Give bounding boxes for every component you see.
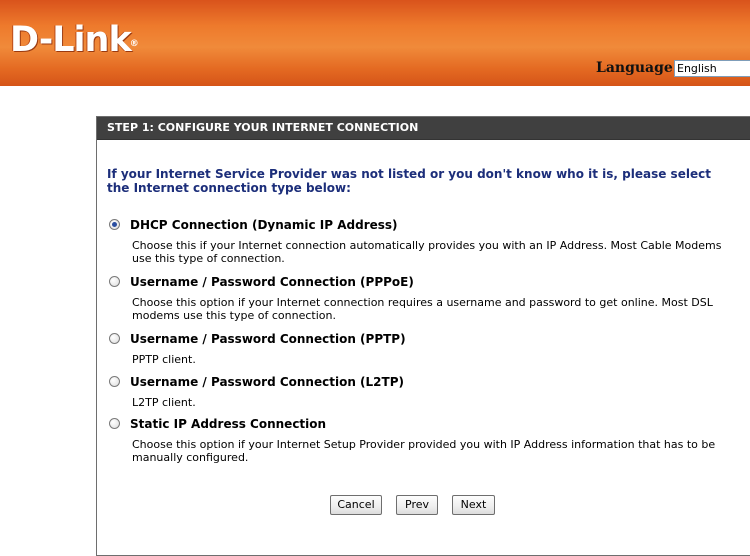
panel-title: STEP 1: CONFIGURE YOUR INTERNET CONNECTI… (97, 117, 750, 140)
radio-pppoe[interactable] (109, 276, 120, 287)
prev-button[interactable]: Prev (396, 495, 438, 515)
intro-text: If your Internet Service Provider was no… (107, 167, 711, 195)
option-description: PPTP client. (132, 353, 196, 366)
radio-dhcp[interactable] (109, 219, 120, 230)
radio-pptp[interactable] (109, 333, 120, 344)
header-banner: D-Link ® Language : English (0, 0, 750, 86)
radio-l2tp[interactable] (109, 376, 120, 387)
option-description: Choose this if your Internet connection … (132, 239, 722, 265)
logo-text: D-Link (10, 20, 132, 60)
language-select[interactable]: English (674, 60, 750, 77)
option-description: Choose this option if your Internet conn… (132, 296, 713, 322)
option-description: L2TP client. (132, 396, 196, 409)
logo-registered-mark: ® (129, 39, 139, 49)
option-label[interactable]: Static IP Address Connection (130, 417, 326, 431)
option-description: Choose this option if your Internet Setu… (132, 438, 716, 464)
configure-connection-panel: STEP 1: CONFIGURE YOUR INTERNET CONNECTI… (96, 116, 750, 556)
dlink-logo: D-Link ® (10, 20, 139, 60)
option-label[interactable]: Username / Password Connection (PPPoE) (130, 275, 414, 289)
next-button[interactable]: Next (452, 495, 495, 515)
cancel-button[interactable]: Cancel (330, 495, 382, 515)
option-label[interactable]: Username / Password Connection (PPTP) (130, 332, 406, 346)
radio-static-ip[interactable] (109, 418, 120, 429)
option-label[interactable]: DHCP Connection (Dynamic IP Address) (130, 218, 398, 232)
option-label[interactable]: Username / Password Connection (L2TP) (130, 375, 404, 389)
language-label: Language : (596, 60, 683, 76)
